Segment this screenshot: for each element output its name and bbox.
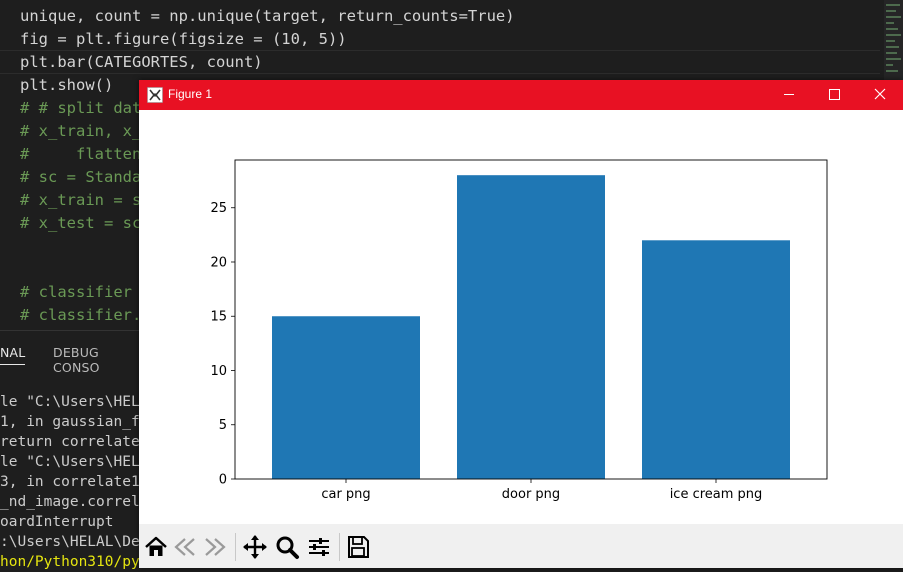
- code-line[interactable]: plt.show(): [20, 74, 113, 96]
- matplotlib-figure-icon: [147, 87, 163, 103]
- bar: [457, 175, 605, 479]
- navigation-toolbar: [139, 524, 903, 568]
- close-icon: [874, 88, 886, 100]
- terminal-line[interactable]: return correlate: [0, 432, 140, 452]
- minimize-button[interactable]: [766, 80, 812, 110]
- toolbar-separator: [339, 533, 340, 561]
- tab-debug-console[interactable]: DEBUG CONSO: [53, 345, 140, 375]
- toolbar-separator: [235, 533, 236, 561]
- window-title: Figure 1: [168, 87, 213, 101]
- terminal-line[interactable]: oardInterrupt: [0, 512, 114, 532]
- home-icon: [145, 536, 167, 556]
- code-line[interactable]: unique, count = np.unique(target, return…: [20, 5, 515, 27]
- y-tick-label: 10: [210, 364, 227, 379]
- forward-button[interactable]: [201, 533, 229, 561]
- terminal-line[interactable]: le "C:\Users\HEL: [0, 392, 140, 412]
- x-tick-label: ice cream png: [670, 487, 763, 502]
- terminal-line[interactable]: :\Users\HELAL\De: [0, 532, 140, 552]
- minimap[interactable]: [884, 0, 903, 80]
- terminal-line[interactable]: le "C:\Users\HEL: [0, 452, 140, 472]
- code-line[interactable]: # # split dat: [20, 97, 141, 119]
- terminal-line[interactable]: 3, in correlate1: [0, 472, 140, 492]
- code-line[interactable]: # classifier: [20, 281, 141, 303]
- bar: [642, 240, 790, 479]
- code-line[interactable]: # x_train, x_: [20, 120, 141, 142]
- zoom-button[interactable]: [273, 533, 301, 561]
- code-line[interactable]: # flatten: [20, 143, 141, 165]
- maximize-icon: [829, 89, 840, 100]
- terminal-line[interactable]: _nd_image.correl: [0, 492, 140, 512]
- home-button[interactable]: [142, 533, 170, 561]
- close-button[interactable]: [857, 80, 903, 110]
- pan-button[interactable]: [241, 533, 269, 561]
- configure-subplots-button[interactable]: [305, 533, 333, 561]
- code-line[interactable]: plt.bar(CATEGORTES, count): [20, 51, 263, 73]
- code-line[interactable]: # sc = Standa: [20, 166, 141, 188]
- y-tick-label: 20: [210, 255, 227, 270]
- maximize-button[interactable]: [811, 80, 857, 110]
- figure-window[interactable]: Figure 1 car png door png ice cream png 0 5 1…: [139, 80, 903, 568]
- y-tick-label: 0: [219, 473, 227, 488]
- y-tick-label: 15: [210, 310, 227, 325]
- terminal-line[interactable]: hon/Python310/py: [0, 552, 140, 572]
- configure-subplots-icon: [309, 538, 329, 556]
- forward-arrow-icon: [205, 538, 226, 556]
- code-line[interactable]: # x_train = s: [20, 189, 141, 211]
- minimize-icon: [784, 94, 794, 95]
- terminal-line[interactable]: 1, in gaussian_f: [0, 412, 140, 432]
- code-line[interactable]: fig = plt.figure(figsize = (10, 5)): [20, 28, 347, 50]
- panel-tab-bar: NAL DEBUG CONSO: [0, 330, 140, 375]
- x-tick-label: door png: [502, 487, 560, 502]
- code-line[interactable]: # classifier.: [20, 304, 141, 326]
- save-icon: [348, 536, 369, 558]
- save-button[interactable]: [344, 533, 372, 561]
- y-tick-label: 5: [219, 418, 227, 433]
- figure-canvas[interactable]: car png door png ice cream png 0 5 10 15 20 25: [139, 110, 903, 524]
- back-arrow-icon: [174, 538, 195, 556]
- back-button[interactable]: [171, 533, 199, 561]
- tab-terminal[interactable]: NAL: [0, 345, 26, 365]
- code-line[interactable]: # x_test = sc: [20, 212, 141, 234]
- title-bar[interactable]: Figure 1: [139, 80, 903, 110]
- bar: [272, 316, 420, 479]
- zoom-icon: [276, 536, 299, 559]
- x-tick-label: car png: [321, 487, 370, 502]
- bar-chart: car png door png ice cream png 0 5 10 15 20 25: [210, 159, 828, 502]
- pan-icon: [243, 535, 267, 559]
- y-tick-label: 25: [210, 201, 227, 216]
